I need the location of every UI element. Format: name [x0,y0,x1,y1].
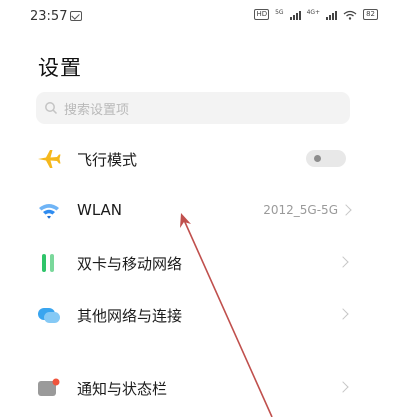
item-label: 通知与状态栏 [77,380,168,398]
search-input[interactable]: 搜索设置项 [36,92,350,124]
settings-item-notifications[interactable]: 通知与状态栏 [0,363,400,413]
status-indicators: HD 5G 4G+ 82 [254,9,378,20]
status-time: 23:57 [30,9,68,24]
item-label: WLAN [77,201,123,219]
search-icon [44,101,58,115]
item-label: 双卡与移动网络 [77,255,183,273]
settings-item-dual-sim[interactable]: 双卡与移动网络 [0,238,400,288]
hd-icon: HD [254,9,270,20]
status-bar: 23:57 HD 5G 4G+ 82 [0,0,400,32]
wlan-network-name: 2012_5G-5G [263,203,338,217]
settings-item-other-networks[interactable]: 其他网络与连接 [0,290,400,340]
page-title: 设置 [38,56,82,80]
chevron-right-icon [340,204,352,216]
item-label: 飞行模式 [77,151,138,169]
notification-icon [36,376,62,400]
signal-icon [289,10,301,20]
dual-sim-icon [36,251,62,275]
section-divider [0,346,400,356]
toggle-knob [314,155,321,162]
item-label: 其他网络与连接 [77,307,183,325]
wifi-status-icon [343,10,357,20]
chevron-right-icon [337,308,349,320]
settings-item-wlan[interactable]: WLAN 2012_5G-5G [0,186,400,236]
airplane-icon [36,147,62,171]
settings-item-airplane-mode[interactable]: 飞行模式 [0,134,400,184]
wifi-icon [36,199,62,223]
network-4g-label: 4G+ [306,8,321,16]
cloud-icon [36,303,62,327]
network-5g-label: 5G [275,8,284,16]
search-placeholder: 搜索设置项 [64,102,130,118]
message-notification-icon [70,11,82,21]
chevron-right-icon [337,381,349,393]
airplane-mode-toggle[interactable] [306,150,346,167]
battery-icon: 82 [363,9,378,20]
chevron-right-icon [337,256,349,268]
signal-icon-2 [326,10,338,20]
